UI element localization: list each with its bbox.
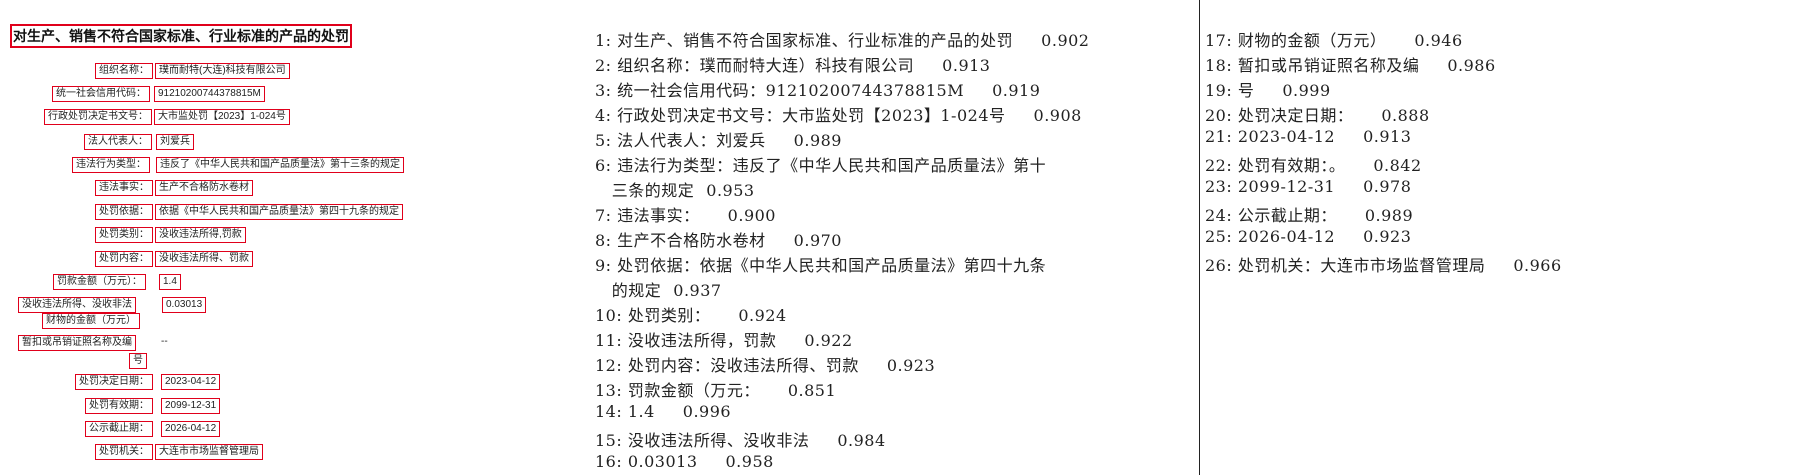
label-box: 公示截止期：: [85, 421, 153, 437]
result-line: 7: 违法事实： 0.900: [595, 206, 776, 225]
result-line: 16: 0.03013 0.958: [595, 452, 774, 471]
result-line: 23: 2099-12-31 0.978: [1205, 177, 1412, 196]
result-line: 1: 对生产、销售不符合国家标准、行业标准的产品的处罚 0.902: [595, 31, 1090, 50]
result-line: 20: 处罚决定日期： 0.888: [1205, 106, 1430, 125]
label-box: 处罚决定日期：: [75, 374, 153, 390]
label-box: 号: [129, 353, 147, 369]
value-box: 生产不合格防水卷材: [155, 180, 253, 196]
result-line: 2: 组织名称：璞而耐特大连）科技有限公司 0.913: [595, 56, 991, 75]
label-box: 行政处罚决定书文号：: [44, 109, 152, 125]
result-line: 14: 1.4 0.996: [595, 402, 732, 421]
result-line: 12: 处罚内容：没收违法所得、罚款 0.923: [595, 356, 936, 375]
value-box: 2023-04-12: [161, 374, 221, 390]
label-box: 统一社会信用代码：: [52, 86, 150, 102]
result-line: 24: 公示截止期： 0.989: [1205, 206, 1414, 225]
result-line: 25: 2026-04-12 0.923: [1205, 227, 1412, 246]
result-line: 21: 2023-04-12 0.913: [1205, 127, 1412, 146]
value-box: 大市监处罚【2023】1-024号: [154, 109, 290, 125]
result-line: 19: 号 0.999: [1205, 81, 1331, 100]
result-line: 22: 处罚有效期：。 0.842: [1205, 156, 1422, 175]
label-box: 罚款金额（万元）：: [53, 274, 146, 290]
value-box: 违反了《中华人民共和国产品质量法》第十三条的规定: [156, 157, 404, 173]
result-line: 10: 处罚类别： 0.924: [595, 306, 787, 325]
ocr-results-column-2: 17: 财物的金额（万元） 0.946 18: 暂扣或吊销证照名称及编 0.986 …: [1205, 0, 1800, 475]
label-box: 违法行为类型：: [72, 157, 150, 173]
source-image-panel: 对生产、销售不符合国家标准、行业标准的产品的处罚 组织名称： 璞而耐特(大连)科…: [0, 0, 590, 475]
label-box: 没收违法所得、没收非法: [18, 297, 136, 313]
label-box: 暂扣或吊销证照名称及编: [18, 335, 136, 351]
result-line: 26: 处罚机关：大连市市场监督管理局 0.966: [1205, 256, 1562, 275]
result-line: 11: 没收违法所得，罚款 0.922: [595, 331, 853, 350]
result-line: 18: 暂扣或吊销证照名称及编 0.986: [1205, 56, 1496, 75]
value-box: 依据《中华人民共和国产品质量法》第四十九条的规定: [155, 204, 403, 220]
result-line: 15: 没收违法所得、没收非法 0.984: [595, 431, 886, 450]
result-line: 3: 统一社会信用代码：91210200744378815M 0.919: [595, 81, 1041, 100]
result-line: 9: 处罚依据：依据《中华人民共和国产品质量法》第四十九条: [595, 256, 1047, 275]
value-box: 没收违法所得,罚款: [155, 227, 246, 243]
label-box: 法人代表人：: [84, 134, 152, 150]
value-box: 2026-04-12: [161, 421, 221, 437]
result-line: 13: 罚款金额（万元： 0.851: [595, 381, 837, 400]
label-box: 处罚内容：: [95, 251, 153, 267]
doc-title: 对生产、销售不符合国家标准、行业标准的产品的处罚: [10, 24, 352, 48]
result-line: 三条的规定 0.953: [595, 181, 755, 200]
ocr-results-column-1: 1: 对生产、销售不符合国家标准、行业标准的产品的处罚 0.902 2: 组织名称…: [595, 0, 1200, 475]
result-line: 5: 法人代表人：刘爱兵 0.989: [595, 131, 842, 150]
value-box: 璞而耐特(大连)科技有限公司: [155, 63, 290, 79]
result-line: 17: 财物的金额（万元） 0.946: [1205, 31, 1463, 50]
value-box: 没收违法所得、罚款: [155, 251, 253, 267]
label-box: 违法事实：: [95, 180, 153, 196]
value-box: 0.03013: [162, 297, 207, 313]
label-box: 处罚有效期：: [85, 398, 153, 414]
value-text: --: [161, 336, 168, 347]
value-box: 2099-12-31: [161, 398, 221, 414]
value-box: 1.4: [159, 274, 181, 290]
label-box: 处罚依据：: [95, 204, 153, 220]
result-line: 8: 生产不合格防水卷材 0.970: [595, 231, 842, 250]
label-box: 组织名称：: [95, 63, 153, 79]
result-line: 4: 行政处罚决定书文号：大市监处罚【2023】1-024号 0.908: [595, 106, 1082, 125]
label-box: 处罚类别：: [95, 227, 153, 243]
value-box: 91210200744378815M: [154, 86, 265, 102]
result-line: 6: 违法行为类型：违反了《中华人民共和国产品质量法》第十: [595, 156, 1047, 175]
value-box: 刘爱兵: [156, 134, 194, 150]
column-divider: [1199, 0, 1200, 475]
label-box: 财物的金额（万元）: [42, 313, 140, 329]
label-box: 处罚机关：: [95, 444, 153, 460]
result-line: 的规定 0.937: [595, 281, 722, 300]
value-box: 大连市市场监督管理局: [155, 444, 263, 460]
